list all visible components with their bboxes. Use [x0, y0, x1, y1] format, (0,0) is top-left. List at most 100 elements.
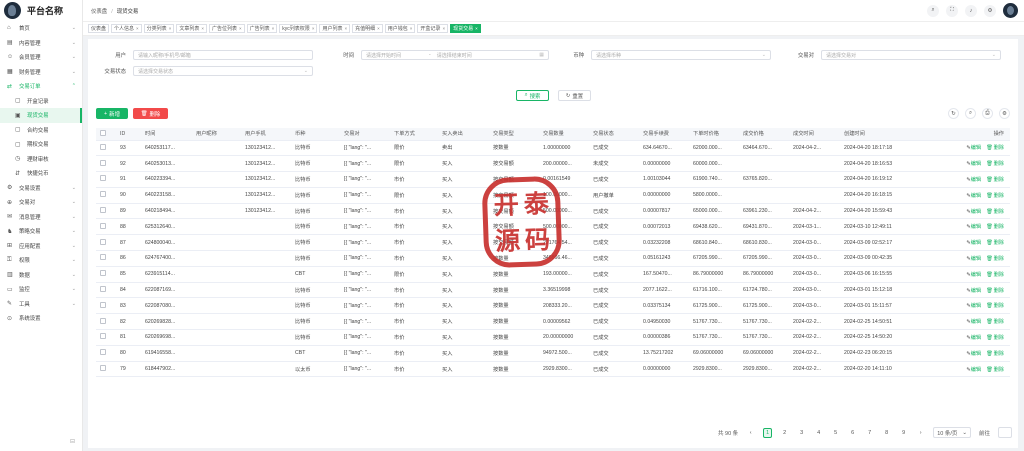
page-number[interactable]: 5 — [831, 428, 840, 438]
delete-row-button[interactable]: 删除 — [994, 303, 1004, 309]
delete-row-button[interactable]: 删除 — [994, 240, 1004, 246]
select-all-checkbox[interactable] — [100, 129, 106, 136]
row-checkbox[interactable] — [100, 238, 106, 245]
page-number[interactable]: 3 — [797, 428, 806, 438]
column-header[interactable]: 成交时间 — [789, 128, 840, 141]
delete-row-button[interactable]: 删除 — [994, 209, 1004, 215]
sidebar-item[interactable]: ⊞ 应用配置 ⌄ — [0, 239, 82, 254]
close-icon[interactable]: × — [442, 26, 445, 31]
edit-button[interactable]: 编辑 — [971, 335, 981, 341]
column-header[interactable]: 成交价格 — [739, 128, 789, 141]
close-icon[interactable]: × — [201, 26, 204, 31]
sidebar-item[interactable]: ▢ 期权交易 — [0, 137, 82, 152]
tab-tag[interactable]: 个人信息 × — [111, 24, 142, 33]
column-header[interactable]: 用户昵称 — [192, 128, 241, 141]
row-checkbox[interactable] — [100, 365, 106, 372]
close-icon[interactable]: × — [272, 26, 275, 31]
column-header[interactable]: 用户手机 — [241, 128, 291, 141]
row-checkbox[interactable] — [100, 222, 106, 229]
print-icon[interactable]: ⎙ — [982, 108, 993, 119]
page-number[interactable]: 1 — [763, 427, 773, 438]
delete-row-button[interactable]: 删除 — [994, 161, 1004, 167]
close-icon[interactable]: × — [410, 26, 413, 31]
row-checkbox[interactable] — [100, 143, 106, 150]
table-row[interactable]: 92 640253013... 130123412... 比特币[{ "lang": … — [96, 155, 1010, 173]
row-checkbox[interactable] — [100, 349, 106, 356]
edit-button[interactable]: 编辑 — [971, 224, 981, 230]
sidebar-item[interactable]: ▤ 内容管理 ⌄ — [0, 36, 82, 51]
close-icon[interactable]: × — [169, 26, 172, 31]
tab-tag[interactable]: 用户钱包 × — [384, 24, 416, 33]
page-number[interactable]: 8 — [882, 428, 891, 438]
row-checkbox[interactable] — [100, 207, 106, 214]
delete-button[interactable]: 🗑 删除 — [133, 108, 168, 119]
add-button[interactable]: + 新增 — [96, 108, 128, 119]
tab-tag[interactable]: 仪表盘 — [88, 24, 110, 33]
table-row[interactable]: 84 622087169... 比特币[{ "lang": "... 市价 买入 按数量 3… — [96, 282, 1010, 299]
delete-row-button[interactable]: 删除 — [994, 367, 1004, 373]
edit-button[interactable]: 编辑 — [971, 209, 981, 215]
tab-tag[interactable]: 现货交易 × — [450, 24, 481, 33]
page-number[interactable]: 6 — [848, 428, 857, 438]
column-header[interactable]: 币种 — [291, 128, 340, 141]
refresh-icon[interactable]: ↻ — [948, 108, 959, 119]
row-checkbox[interactable] — [100, 175, 106, 182]
close-icon[interactable]: × — [475, 26, 478, 31]
sidebar-item[interactable]: ◷ 理财审核 — [0, 152, 82, 167]
sidebar-item[interactable]: ✉ 消息管理 ⌄ — [0, 210, 82, 225]
sidebar-item[interactable]: ▢ 合约交易 — [0, 123, 82, 138]
row-checkbox[interactable] — [100, 191, 106, 198]
reset-button[interactable]: ↻ 重置 — [558, 90, 591, 101]
date-range-input[interactable]: 请选择开始时间 - 请选择结束时间 ▦ — [361, 50, 549, 60]
close-icon[interactable]: × — [312, 26, 315, 31]
column-header[interactable]: 买入卖出 — [438, 128, 489, 141]
column-header[interactable]: 下单时价格 — [689, 128, 739, 141]
user-input[interactable]: 请输入昵称/手机号/邮箱 — [133, 50, 313, 60]
close-icon[interactable]: × — [344, 26, 347, 31]
sidebar-item[interactable]: ⊕ 交易对 ⌄ — [0, 195, 82, 210]
sidebar-item[interactable]: ▣ 现货交易 — [0, 108, 82, 123]
bell-icon[interactable]: ♪ — [965, 4, 977, 17]
edit-button[interactable]: 编辑 — [971, 240, 981, 246]
table-row[interactable]: 80 619416558... CBT[{ "lang": "... 市价 买入 按数量 9… — [96, 345, 1010, 362]
delete-row-button[interactable]: 删除 — [994, 335, 1004, 341]
tab-tag[interactable]: kyc列表权限 × — [279, 24, 318, 33]
delete-row-button[interactable]: 删除 — [994, 319, 1004, 325]
status-select[interactable]: 请选择交易状态 ⌄ — [133, 66, 313, 76]
sidebar-item[interactable]: ⌂ 首页 ⌄ — [0, 21, 82, 36]
column-header[interactable]: 交易状态 — [589, 128, 639, 141]
logo[interactable]: 平台名称 — [0, 0, 82, 21]
sidebar-item[interactable]: ▭ 监控 ⌄ — [0, 282, 82, 297]
close-icon[interactable]: × — [239, 26, 242, 31]
column-header[interactable]: 创建时间 — [840, 128, 956, 141]
edit-button[interactable]: 编辑 — [971, 288, 981, 294]
table-row[interactable]: 81 620269698... 比特币[{ "lang": "... 市价 买入 按数量 2… — [96, 329, 1010, 346]
page-number[interactable]: 2 — [780, 428, 789, 438]
delete-row-button[interactable]: 删除 — [994, 224, 1004, 230]
table-row[interactable]: 93 640253117... 130123412... 比特币[{ "lang": … — [96, 140, 1010, 157]
edit-button[interactable]: 编辑 — [971, 145, 981, 151]
close-icon[interactable]: × — [377, 26, 380, 31]
sidebar-item[interactable]: ▢ 开盒记录 — [0, 94, 82, 109]
table-row[interactable]: 83 622087080... 比特币[{ "lang": "... 市价 买入 按数量 2… — [96, 297, 1010, 315]
gear-icon[interactable]: ⚙ — [999, 108, 1010, 119]
page-number[interactable]: 9 — [899, 428, 908, 438]
edit-button[interactable]: 编辑 — [971, 351, 981, 357]
tab-tag[interactable]: 广告位列表 × — [208, 24, 245, 33]
next-page-button[interactable]: › — [916, 428, 925, 438]
pair-select[interactable]: 请选择交易对 ⌄ — [821, 50, 1001, 60]
column-header[interactable]: ID — [116, 128, 141, 141]
edit-button[interactable]: 编辑 — [971, 193, 981, 199]
search-icon[interactable]: ⌕ — [927, 4, 939, 17]
page-size-select[interactable]: 10 条/页 ⌄ — [933, 427, 971, 438]
delete-row-button[interactable]: 删除 — [994, 272, 1004, 278]
edit-button[interactable]: 编辑 — [971, 303, 981, 309]
sidebar-item[interactable]: ⚿ 权限 ⌄ — [0, 253, 82, 268]
avatar[interactable] — [1003, 3, 1018, 18]
row-checkbox[interactable] — [100, 333, 106, 340]
collapse-sidebar-icon[interactable]: ⊟ — [70, 438, 75, 445]
edit-button[interactable]: 编辑 — [971, 161, 981, 167]
tab-tag[interactable]: 分类列表 × — [143, 24, 175, 33]
column-header[interactable]: 时间 — [141, 128, 192, 141]
search-icon[interactable]: ⌕ — [965, 108, 976, 119]
